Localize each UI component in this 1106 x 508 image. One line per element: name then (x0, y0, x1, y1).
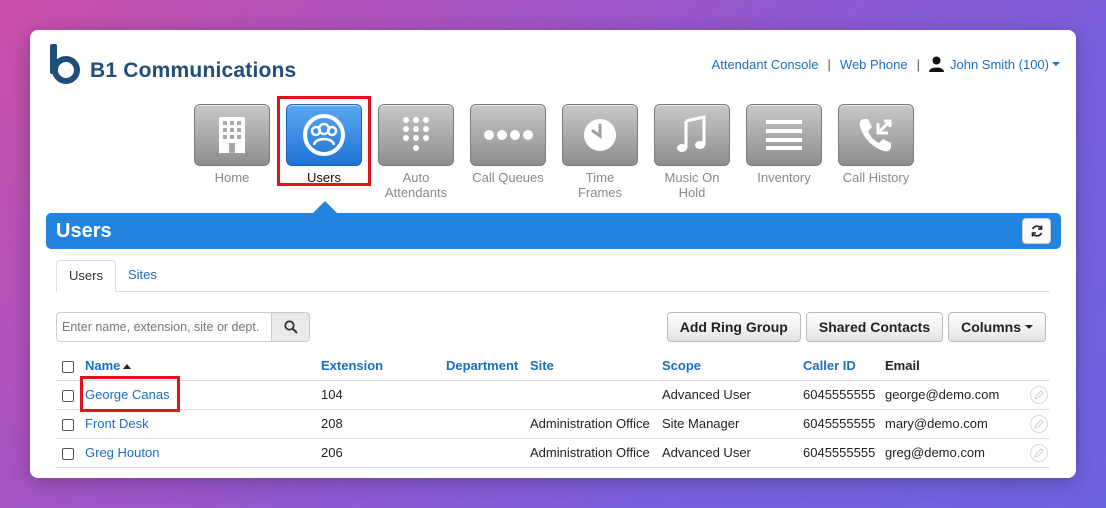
web-phone-link[interactable]: Web Phone (840, 57, 908, 72)
search-input[interactable] (56, 312, 272, 342)
column-actions (1024, 352, 1050, 381)
tile-label: Call Queues (472, 170, 544, 185)
user-name-link[interactable]: Greg Houton (85, 445, 159, 460)
users-table: Name Extension Department Site Scope Cal… (56, 352, 1050, 468)
highlight-box (80, 376, 180, 412)
music-note-icon (677, 115, 706, 152)
top-navigation: Attendant Console | Web Phone | John Smi… (712, 56, 1060, 72)
user-icon (929, 56, 944, 72)
extension-cell: 208 (321, 409, 446, 439)
attendant-console-link[interactable]: Attendant Console (712, 57, 819, 72)
edit-icon[interactable] (1030, 385, 1048, 404)
refresh-button[interactable] (1022, 218, 1051, 244)
tile-time-frames[interactable]: Time Frames (562, 104, 638, 200)
refresh-icon (1031, 225, 1042, 237)
search-group (56, 312, 310, 342)
tile-label: Inventory (757, 170, 811, 185)
chevron-down-icon (1025, 325, 1033, 329)
section-header: Users (46, 213, 1061, 249)
table-row: George Canas 104 Advanced User 604555555… (56, 380, 1050, 410)
site-cell: Administration Office (530, 409, 662, 439)
table-actions: Add Ring Group Shared Contacts Columns (662, 312, 1046, 342)
columns-label: Columns (961, 319, 1021, 335)
tile-label: Call History (842, 170, 910, 185)
caller-id-cell: 6045555555 (803, 380, 885, 410)
tile-home[interactable]: Home (194, 104, 270, 200)
column-site[interactable]: Site (530, 352, 662, 381)
brand-name: B1 Communications (90, 59, 297, 82)
tile-label: Time Frames (577, 170, 623, 200)
phone-arrows-icon (859, 119, 892, 152)
caller-id-cell: 6045555555 (803, 438, 885, 468)
tile-music-on-hold[interactable]: Music On Hold (654, 104, 730, 200)
tile-label: Music On Hold (664, 170, 720, 200)
column-department[interactable]: Department (446, 352, 530, 381)
caller-id-cell: 6045555555 (803, 409, 885, 439)
user-name-link[interactable]: Front Desk (85, 416, 149, 431)
scope-cell: Advanced User (662, 438, 803, 468)
scope-cell: Advanced User (662, 380, 803, 410)
keypad-icon (403, 117, 429, 151)
table-row: Front Desk 208 Administration Office Sit… (56, 409, 1050, 439)
chevron-down-icon (1052, 62, 1060, 66)
tab-sites[interactable]: Sites (116, 260, 169, 292)
app-window: B1 Communications Attendant Console | We… (30, 30, 1076, 478)
list-icon (766, 120, 802, 150)
edit-icon[interactable] (1030, 414, 1048, 433)
department-cell (446, 438, 530, 468)
highlight-box (277, 96, 371, 186)
table-header-row: Name Extension Department Site Scope Cal… (56, 352, 1050, 381)
nav-separator: | (916, 56, 920, 72)
tile-call-queues[interactable]: Call Queues (470, 104, 546, 200)
row-checkbox[interactable] (62, 418, 74, 431)
tile-call-history[interactable]: Call History (838, 104, 914, 200)
row-checkbox[interactable] (62, 447, 74, 460)
nav-separator: | (827, 56, 831, 72)
edit-icon[interactable] (1030, 443, 1048, 462)
email-cell: george@demo.com (885, 380, 1024, 410)
column-extension[interactable]: Extension (321, 352, 446, 381)
extension-cell: 104 (321, 380, 446, 410)
column-email: Email (885, 352, 1024, 381)
column-caller-id[interactable]: Caller ID (803, 352, 885, 381)
row-checkbox[interactable] (62, 389, 74, 402)
user-name: John Smith (100) (950, 56, 1049, 72)
tab-users[interactable]: Users (56, 260, 116, 292)
user-menu[interactable]: John Smith (100) (929, 56, 1060, 72)
building-icon (219, 117, 245, 153)
extension-cell: 206 (321, 438, 446, 468)
tab-bar: Users Sites (56, 260, 1050, 292)
scope-cell: Site Manager (662, 409, 803, 439)
department-cell (446, 380, 530, 410)
email-cell: mary@demo.com (885, 409, 1024, 439)
department-cell (446, 409, 530, 439)
tile-auto-attendants[interactable]: Auto Attendants (378, 104, 454, 200)
clock-icon (584, 119, 616, 151)
shared-contacts-button[interactable]: Shared Contacts (805, 312, 944, 342)
page-title: Users (56, 219, 112, 242)
brand-logo[interactable]: B1 Communications (46, 42, 296, 86)
select-all-checkbox[interactable] (62, 360, 74, 373)
search-icon (283, 320, 298, 334)
tile-label: Home (214, 170, 250, 185)
add-ring-group-button[interactable]: Add Ring Group (666, 312, 801, 342)
search-button[interactable] (272, 312, 310, 342)
site-cell: Administration Office (530, 438, 662, 468)
b1-logo-icon (50, 44, 80, 84)
sort-ascending-icon (123, 364, 132, 370)
column-scope[interactable]: Scope (662, 352, 803, 381)
tile-inventory[interactable]: Inventory (746, 104, 822, 200)
email-cell: greg@demo.com (885, 438, 1024, 468)
tile-label: Auto Attendants (384, 170, 448, 200)
table-row: Greg Houton 206 Administration Office Ad… (56, 438, 1050, 468)
columns-button[interactable]: Columns (948, 312, 1046, 342)
dots-icon (484, 130, 533, 140)
site-cell (530, 380, 662, 410)
